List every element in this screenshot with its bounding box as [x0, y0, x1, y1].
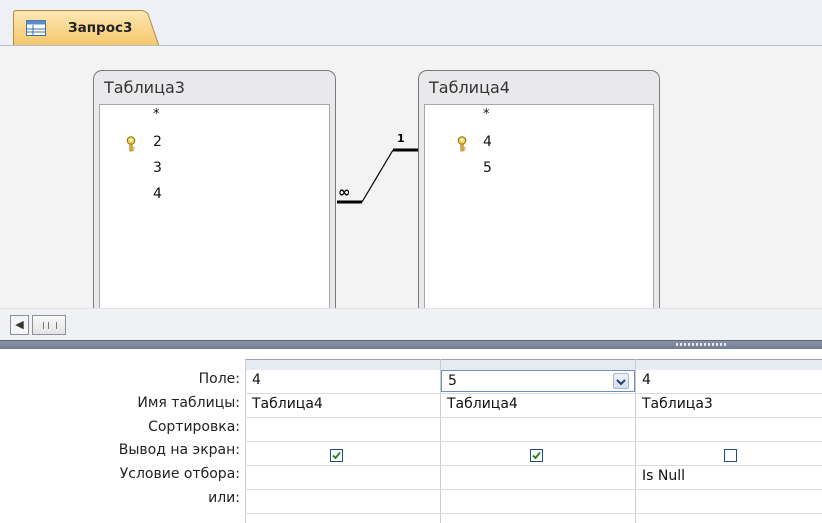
- column-selector[interactable]: [440, 359, 635, 370]
- row-label-or: или:: [208, 490, 240, 506]
- cell-text: Таблица4: [447, 396, 518, 412]
- field-cell-active[interactable]: 5: [441, 370, 635, 392]
- chevron-down-icon: [616, 379, 626, 386]
- splitter-grip-icon: [676, 343, 726, 346]
- cell-text: 4: [252, 372, 261, 388]
- table-cell[interactable]: Таблица4: [246, 394, 440, 416]
- field-cell[interactable]: 4: [246, 370, 440, 392]
- query-design-grid[interactable]: Поле: Имя таблицы: Сортировка: Вывод на …: [0, 349, 822, 523]
- cell-text: 5: [448, 373, 457, 389]
- tab-label: Запрос3: [68, 20, 133, 36]
- grid-divider: [245, 441, 822, 442]
- column-selector[interactable]: [635, 359, 822, 370]
- cell-text: Is Null: [642, 468, 685, 484]
- checkmark-icon: [332, 451, 341, 460]
- row-label-field: Поле:: [198, 371, 240, 387]
- row-label-sort: Сортировка:: [148, 419, 240, 435]
- design-horizontal-scrollbar[interactable]: ◀: [0, 308, 822, 341]
- show-checkbox[interactable]: [724, 449, 737, 462]
- checkmark-icon: [532, 451, 541, 460]
- join-connector: [361, 149, 394, 203]
- row-label-table: Имя таблицы:: [137, 395, 240, 411]
- cell-text: Таблица3: [642, 396, 713, 412]
- row-label-show: Вывод на экран:: [118, 442, 240, 458]
- criteria-cell[interactable]: [246, 466, 440, 488]
- scroll-thumb[interactable]: [32, 315, 66, 335]
- or-cell[interactable]: [246, 490, 440, 512]
- criteria-cell[interactable]: Is Null: [636, 466, 822, 488]
- field-cell[interactable]: 4: [636, 370, 822, 392]
- relationship-line[interactable]: ∞ 1: [0, 46, 822, 308]
- or-cell[interactable]: [441, 490, 635, 512]
- cell-text: Таблица4: [252, 396, 323, 412]
- document-tab-strip: Запрос3: [0, 0, 822, 46]
- row-label-criteria: Условие отбора:: [119, 466, 240, 482]
- many-label: ∞: [338, 183, 351, 201]
- or-cell[interactable]: [636, 490, 822, 512]
- sort-cell[interactable]: [441, 418, 635, 440]
- one-label: 1: [397, 132, 405, 145]
- scroll-left-button[interactable]: ◀: [10, 315, 29, 335]
- sort-cell[interactable]: [636, 418, 822, 440]
- sort-cell[interactable]: [246, 418, 440, 440]
- column-selector[interactable]: [245, 359, 440, 370]
- table-cell[interactable]: Таблица4: [441, 394, 635, 416]
- criteria-cell[interactable]: [441, 466, 635, 488]
- tab-query3[interactable]: Запрос3: [13, 10, 159, 46]
- query-design-pane[interactable]: Таблица3 * 2 3 4 Таблица4 * 4 5 ∞ 1: [0, 46, 822, 308]
- show-checkbox[interactable]: [330, 449, 343, 462]
- grip-icon: [43, 322, 57, 329]
- field-dropdown-button[interactable]: [613, 373, 629, 389]
- cell-text: 4: [642, 372, 651, 388]
- table-cell[interactable]: Таблица3: [636, 394, 822, 416]
- query-icon: [26, 20, 46, 36]
- grid-divider: [245, 513, 822, 514]
- show-checkbox[interactable]: [530, 449, 543, 462]
